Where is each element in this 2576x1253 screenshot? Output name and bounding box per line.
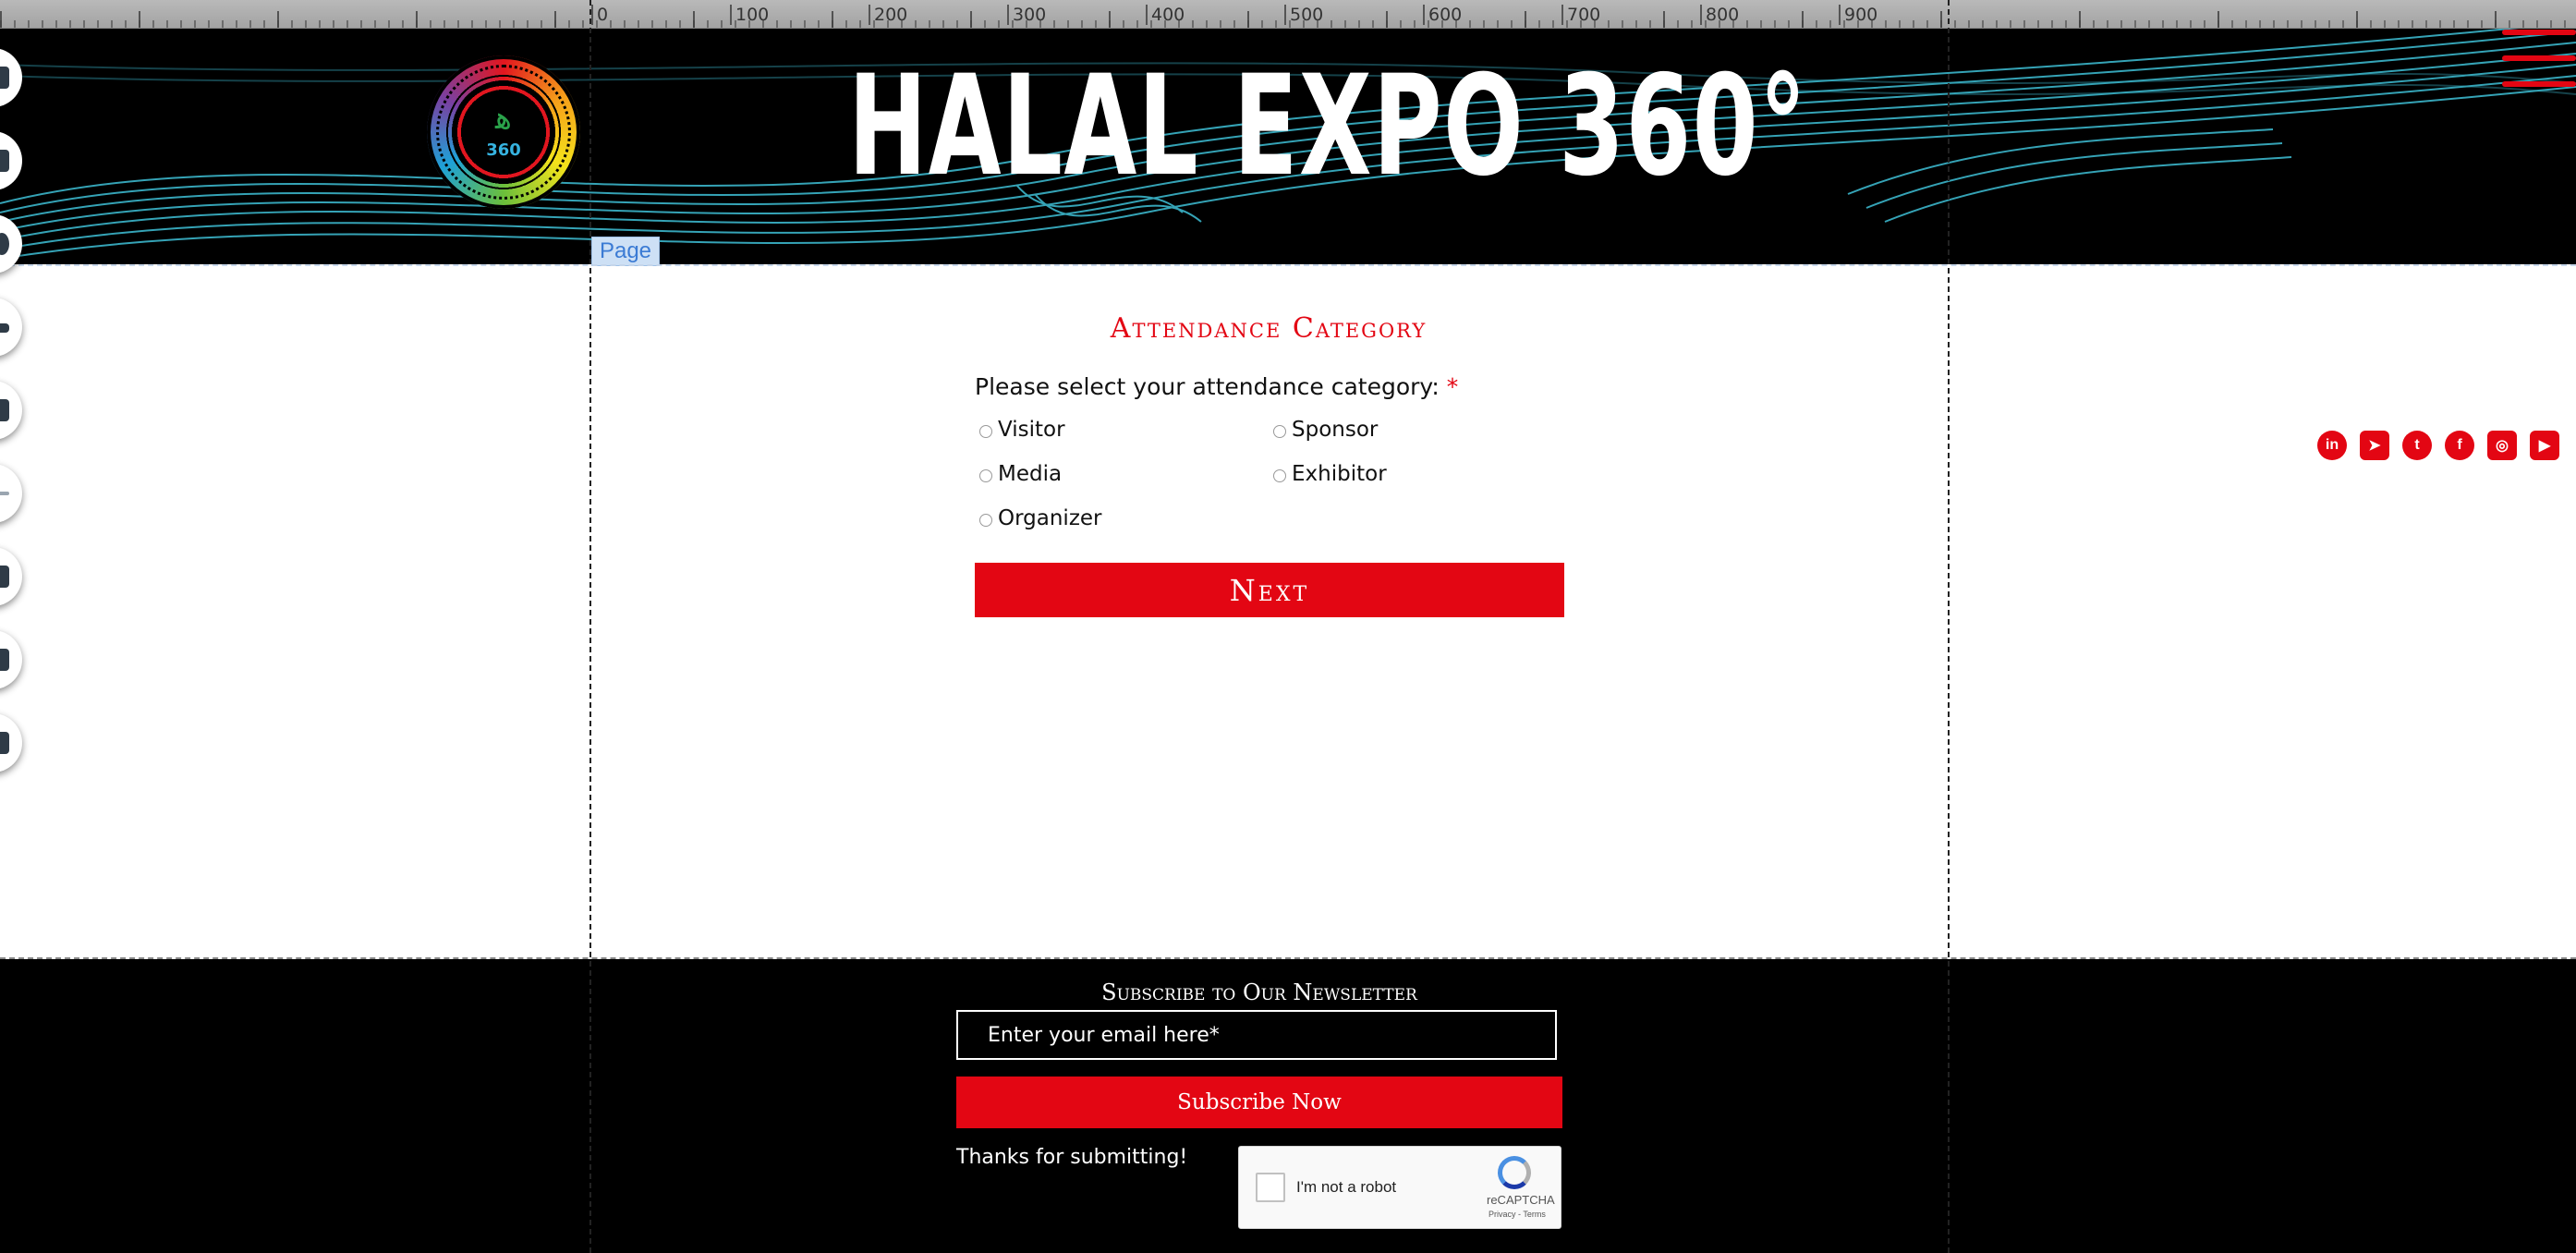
next-button[interactable]: Next [975,563,1564,617]
tool-icon [0,233,9,255]
ruler-label: 800 [1700,5,1739,25]
radio-label: Organizer [998,506,1102,530]
tool-button[interactable] [0,547,22,606]
ruler-label: 900 [1839,5,1877,25]
captcha-label: I'm not a robot [1296,1178,1397,1196]
tool-button[interactable] [0,298,22,357]
newsletter-email-input[interactable] [956,1010,1557,1060]
radio-option-sponsor[interactable]: Sponsor [1273,418,1378,442]
radio-button[interactable] [979,513,992,527]
hamburger-bar [2502,55,2576,61]
tool-icon [0,150,9,172]
radio-label: Visitor [998,418,1065,442]
tool-icon [0,492,9,495]
ruler-label: 300 [1007,5,1046,25]
subscribe-button[interactable]: Subscribe Now [956,1077,1562,1128]
ruler-label: 700 [1561,5,1600,25]
right-guide-line [1948,0,1950,1253]
tool-button[interactable] [0,630,22,689]
logo-text: 360 [486,140,521,160]
required-mark: * [1446,373,1459,400]
left-guide-line [589,0,591,1253]
radio-button[interactable] [1273,468,1286,482]
page-tag[interactable]: Page [591,237,660,266]
radio-option-visitor[interactable]: Visitor [979,418,1065,442]
telegram-icon[interactable]: ➤ [2360,431,2389,460]
footer-guide-line [0,957,2576,959]
radio-label: Media [998,462,1063,486]
youtube-icon[interactable]: ▶ [2530,431,2559,460]
tool-icon [0,399,9,421]
captcha-checkbox[interactable] [1256,1173,1285,1202]
recaptcha-widget: I'm not a robot reCAPTCHA Privacy - Term… [1238,1146,1561,1229]
radio-option-exhibitor[interactable]: Exhibitor [1273,462,1387,486]
radio-button[interactable] [979,424,992,438]
recaptcha-logo-icon [1498,1156,1531,1189]
attendance-question: Please select your attendance category: … [975,373,1458,400]
hamburger-bar [2502,81,2576,87]
facebook-icon[interactable]: f [2445,431,2474,460]
newsletter-title: Subscribe to Our Newsletter [1101,979,1417,1005]
tool-button[interactable] [0,464,22,523]
radio-option-media[interactable]: Media [979,462,1062,486]
radio-label: Sponsor [1292,418,1379,442]
ruler-label: 100 [730,5,769,25]
attendance-category-title: Attendance Category [1110,312,1428,345]
hamburger-menu-icon[interactable] [2502,28,2576,102]
header-guide-line [0,264,2576,266]
radio-label: Exhibitor [1292,462,1387,486]
instagram-icon[interactable]: ◎ [2487,431,2517,460]
question-text: Please select your attendance category: [975,373,1440,400]
ruler-label: 400 [1146,5,1185,25]
tool-icon [0,323,9,333]
tool-icon [0,732,9,754]
radio-option-organizer[interactable]: Organizer [979,506,1102,530]
halal-expo-logo[interactable]: ﻫ 360 [427,55,580,209]
thanks-message: Thanks for submitting! [956,1146,1188,1169]
footer: Subscribe to Our Newsletter Subscribe No… [0,959,2576,1253]
recaptcha-links[interactable]: Privacy - Terms [1488,1210,1546,1219]
tool-icon [0,566,9,588]
radio-button[interactable] [1273,424,1286,438]
site-header: ﻫ 360 HALAL EXPO 360° [0,28,2576,264]
social-links: in ➤ t f ◎ ▶ [2317,431,2559,460]
twitter-icon[interactable]: t [2402,431,2432,460]
ruler-label: 0 [591,5,608,25]
ruler-label: 200 [869,5,907,25]
radio-button[interactable] [979,468,992,482]
recaptcha-brand: reCAPTCHA [1487,1193,1555,1207]
tool-button[interactable] [0,381,22,440]
ruler-label: 600 [1423,5,1462,25]
hamburger-bar [2502,30,2576,35]
tool-icon [0,649,9,671]
page-title: HALAL EXPO 360° [848,46,1808,207]
tool-button[interactable] [0,713,22,772]
linkedin-icon[interactable]: in [2317,431,2347,460]
ruler-label: 500 [1284,5,1323,25]
top-ruler: 0 100 200 300 400 500 600 700 800 900 [0,0,2576,29]
tool-icon [0,67,9,89]
logo-glyph: ﻫ [495,100,512,137]
